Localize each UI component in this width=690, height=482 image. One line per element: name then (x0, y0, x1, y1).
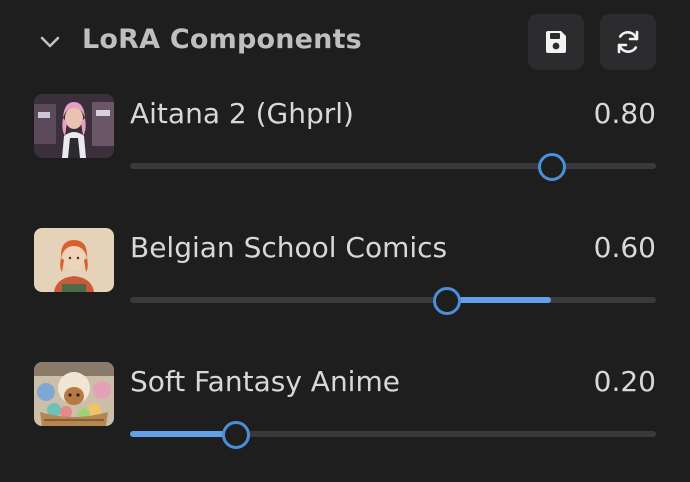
save-icon (546, 31, 566, 53)
slider-handle[interactable] (538, 153, 566, 181)
save-button[interactable] (528, 14, 584, 70)
slider-track[interactable] (130, 163, 656, 169)
slider-fill (130, 431, 235, 437)
refresh-button[interactable] (600, 14, 656, 70)
lora-thumbnail (34, 94, 114, 158)
panel-header: LoRA Components (0, 0, 690, 84)
slider-handle[interactable] (222, 421, 250, 449)
lora-item: Aitana 2 (Ghprl) 0.80 (0, 94, 690, 194)
lora-weight-slider[interactable] (130, 421, 656, 449)
portrait-thumbnail-image (34, 94, 114, 158)
lora-name: Belgian School Comics (130, 231, 448, 264)
lora-weight-slider[interactable] (130, 153, 656, 181)
slider-fill (446, 297, 551, 303)
lora-components-panel: LoRA Components Aitana 2 (Ghprl) 0.80 Be… (0, 0, 690, 482)
refresh-icon (617, 30, 639, 54)
lora-weight-value: 0.20 (593, 365, 656, 398)
lora-thumbnail (34, 362, 114, 426)
lora-weight-value: 0.80 (593, 97, 656, 130)
slider-handle[interactable] (433, 287, 461, 315)
lora-weight-value: 0.60 (593, 231, 656, 264)
lora-thumbnail (34, 228, 114, 292)
lora-name: Soft Fantasy Anime (130, 365, 400, 398)
comic-portrait-thumbnail-image (34, 228, 114, 292)
lora-name: Aitana 2 (Ghprl) (130, 97, 354, 130)
anime-puppy-thumbnail-image (34, 362, 114, 426)
chevron-down-icon (40, 36, 60, 48)
lora-item: Soft Fantasy Anime 0.20 (0, 362, 690, 462)
slider-track[interactable] (130, 297, 656, 303)
collapse-toggle[interactable] (36, 30, 64, 54)
panel-title: LoRA Components (82, 24, 362, 55)
lora-item: Belgian School Comics 0.60 (0, 228, 690, 328)
lora-weight-slider[interactable] (130, 287, 656, 315)
